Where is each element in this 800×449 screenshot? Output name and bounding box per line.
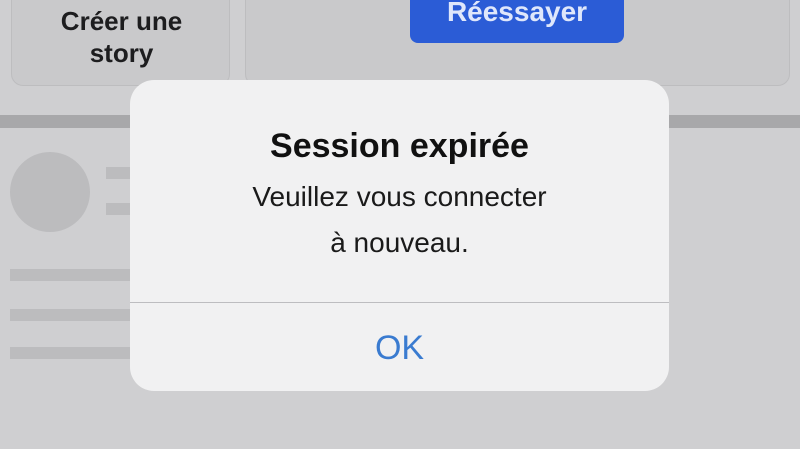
ok-button[interactable]: OK [130,303,669,391]
screen: Créer une story Réessayer Session expiré… [0,0,800,449]
session-expired-alert: Session expirée Veuillez vous connecter … [130,80,669,391]
alert-title: Session expirée [270,127,529,165]
alert-message: Veuillez vous connecter à nouveau. [252,181,547,258]
